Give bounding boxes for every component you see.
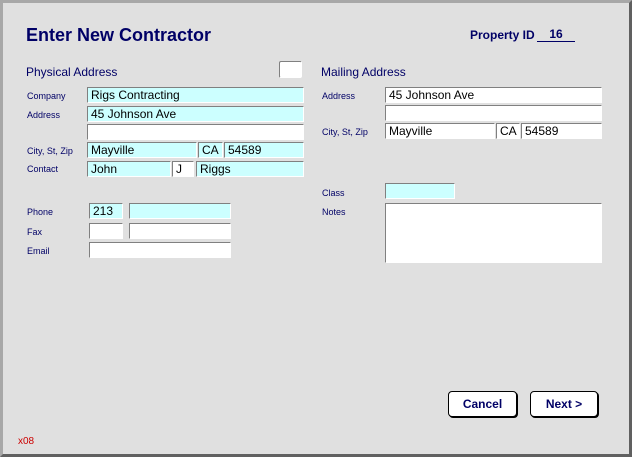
page-title: Enter New Contractor: [26, 25, 212, 45]
mailing-address-heading: Mailing Address: [321, 65, 406, 79]
next-button[interactable]: Next >: [530, 391, 598, 417]
phone-area-code-field[interactable]: 213: [89, 203, 123, 219]
contact-middle-initial-field[interactable]: J: [172, 161, 194, 177]
form-code: x08: [18, 436, 35, 447]
mailing-address-line1-field[interactable]: 45 Johnson Ave: [385, 87, 602, 103]
phone-number-field[interactable]: [129, 203, 231, 219]
mailing-address-line2-field[interactable]: [385, 105, 602, 121]
fax-area-code-field[interactable]: [89, 223, 123, 239]
mailing-zip-field[interactable]: 54589: [521, 123, 602, 139]
contact-last-name-field[interactable]: Riggs: [196, 161, 304, 177]
city-state-zip-label: City, St, Zip: [27, 146, 73, 156]
address-label: Address: [27, 110, 61, 120]
address-line1-field[interactable]: 45 Johnson Ave: [87, 106, 304, 122]
fax-label: Fax: [27, 227, 43, 237]
phone-label: Phone: [27, 207, 54, 217]
mailing-address-label: Address: [322, 91, 356, 101]
state-field[interactable]: CA: [198, 142, 223, 158]
class-field[interactable]: [385, 183, 455, 199]
contact-first-name-field[interactable]: John: [87, 161, 171, 177]
notes-label: Notes: [322, 207, 346, 217]
property-id-value: 16: [537, 27, 575, 42]
class-label: Class: [322, 188, 345, 198]
mailing-state-field[interactable]: CA: [496, 123, 520, 139]
email-field[interactable]: [89, 242, 231, 258]
zip-field[interactable]: 54589: [224, 142, 304, 158]
property-id-label: Property ID: [470, 28, 535, 42]
cancel-button[interactable]: Cancel: [448, 391, 517, 417]
physical-address-heading: Physical Address: [26, 65, 118, 79]
company-label: Company: [27, 91, 66, 101]
same-address-checkbox[interactable]: [279, 61, 302, 78]
contact-label: Contact: [27, 164, 59, 174]
notes-textarea[interactable]: [385, 203, 602, 263]
mailing-city-state-zip-label: City, St, Zip: [322, 127, 368, 137]
company-field[interactable]: Rigs Contracting: [87, 87, 304, 103]
city-field[interactable]: Mayville: [87, 142, 197, 158]
address-line2-field[interactable]: [87, 124, 304, 140]
email-label: Email: [27, 246, 50, 256]
fax-number-field[interactable]: [129, 223, 231, 239]
contractor-form-window: Enter New Contractor Property ID 16 Phys…: [0, 0, 632, 457]
mailing-city-field[interactable]: Mayville: [385, 123, 495, 139]
